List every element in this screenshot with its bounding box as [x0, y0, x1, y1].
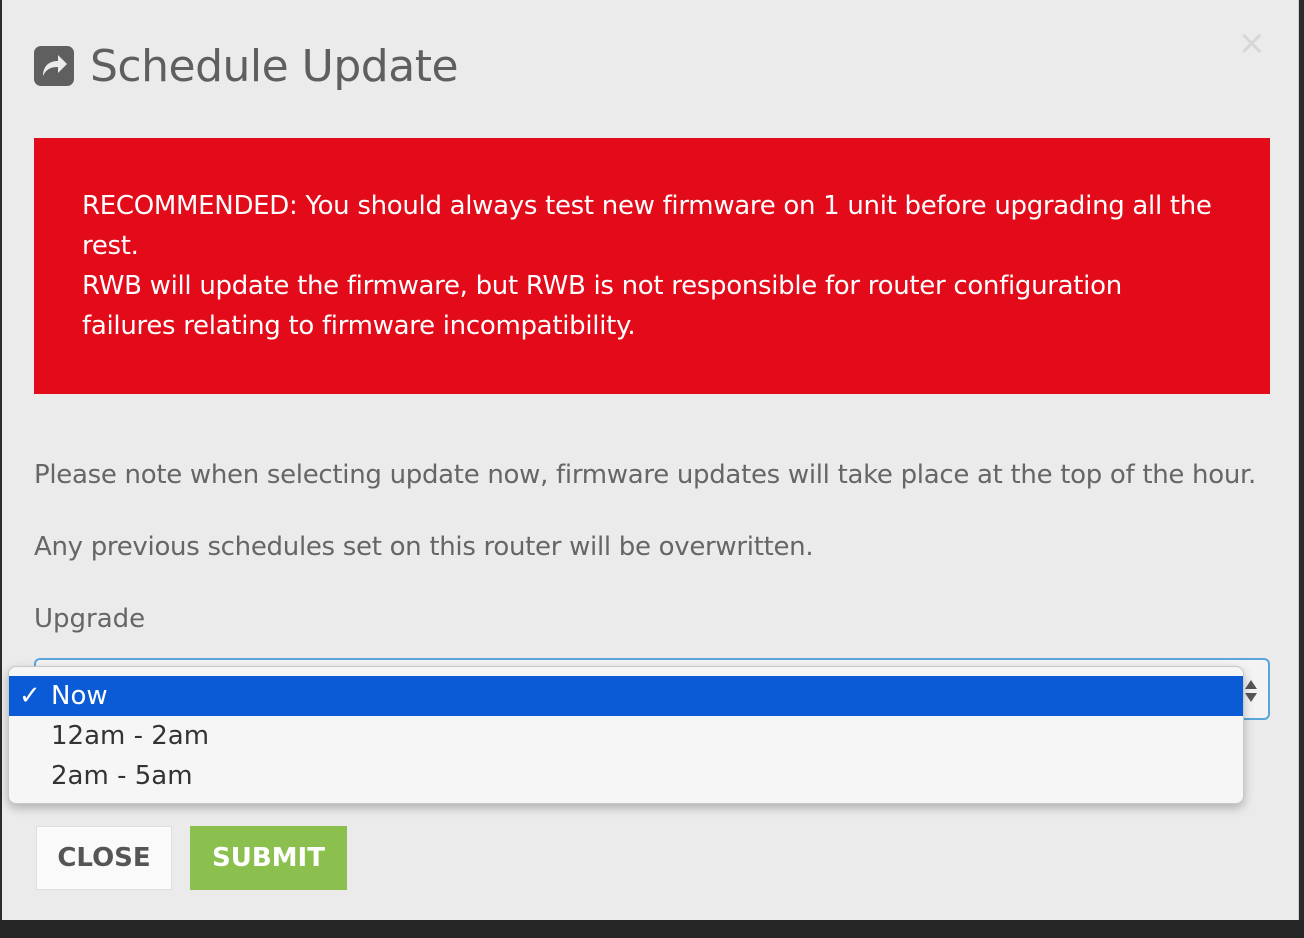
option-12am-2am[interactable]: 12am - 2am	[9, 716, 1243, 756]
option-label: 2am - 5am	[51, 761, 193, 791]
modal-header: Schedule Update	[34, 38, 459, 94]
close-icon[interactable]: ×	[1238, 26, 1267, 60]
upgrade-label: Upgrade	[34, 604, 146, 634]
modal-title: Schedule Update	[90, 40, 459, 92]
option-label: Now	[51, 681, 108, 711]
update-now-note: Please note when selecting update now, f…	[34, 460, 1256, 490]
select-arrows-icon	[1244, 678, 1258, 704]
option-2am-5am[interactable]: 2am - 5am	[9, 756, 1243, 796]
alert-recommended-text: RECOMMENDED: You should always test new …	[82, 191, 1212, 261]
close-button[interactable]: CLOSE	[36, 826, 172, 890]
option-label: 12am - 2am	[51, 721, 210, 751]
overwrite-note: Any previous schedules set on this route…	[34, 532, 814, 562]
warning-alert: RECOMMENDED: You should always test new …	[34, 138, 1270, 394]
background-page-strip	[0, 920, 1304, 938]
option-now[interactable]: ✓ Now	[9, 676, 1243, 716]
upgrade-dropdown-list: ✓ Now 12am - 2am 2am - 5am	[8, 666, 1244, 804]
share-square-icon	[34, 46, 74, 86]
alert-disclaimer-text: RWB will update the firmware, but RWB is…	[82, 271, 1122, 341]
submit-button[interactable]: SUBMIT	[190, 826, 347, 890]
check-icon: ✓	[19, 681, 41, 711]
